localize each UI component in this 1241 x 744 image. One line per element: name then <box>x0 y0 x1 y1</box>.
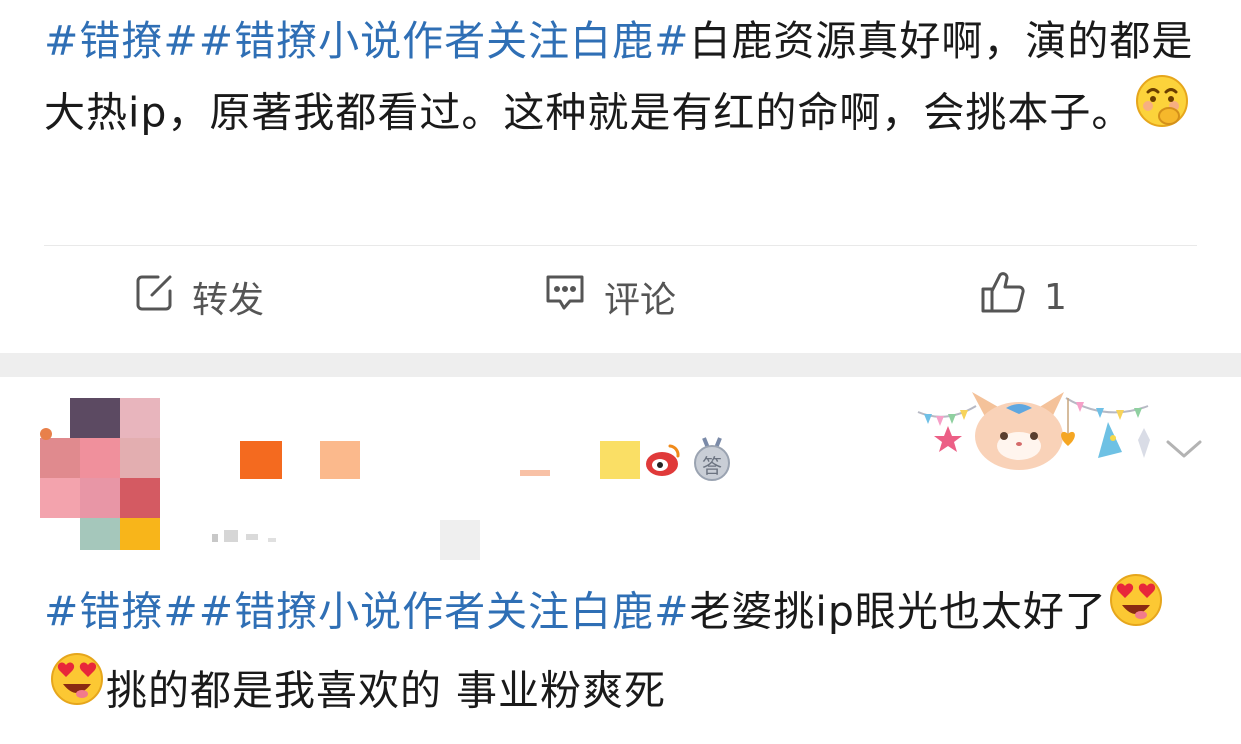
username[interactable] <box>238 438 658 482</box>
divider <box>44 245 1197 246</box>
chevron-down-icon[interactable] <box>1164 436 1204 466</box>
comment-icon <box>544 273 586 322</box>
heart-eyes-face-emoji-icon <box>1107 571 1165 650</box>
topic-tag-link[interactable]: #错撩# <box>44 588 199 636</box>
topic-tag-link[interactable]: #错撩# <box>44 17 199 65</box>
post-separator <box>0 353 1241 377</box>
comment-label: 评论 <box>604 280 677 321</box>
post-text: #错撩##错撩小说作者关注白鹿#老婆挑ip眼光也太好了 挑的都是我喜欢的 事业粉… <box>44 574 1201 733</box>
weibo-logo-icon <box>642 440 682 484</box>
thumbs-up-icon <box>980 271 1026 324</box>
post-text: #错撩##错撩小说作者关注白鹿#白鹿资源真好啊，演的都是大热ip，原著我都看过。… <box>44 6 1201 155</box>
topic-tag-link[interactable]: #错撩小说作者关注白鹿# <box>199 17 690 65</box>
comment-button[interactable]: 评论 <box>544 272 676 322</box>
repost-button[interactable]: 转发 <box>134 272 264 322</box>
avatar[interactable] <box>40 398 162 550</box>
post-meta <box>210 520 490 560</box>
repost-label: 转发 <box>192 280 265 321</box>
post-body-text: 挑的都是我喜欢的 事业粉爽死 <box>106 666 667 715</box>
post-body-text: 老婆挑ip眼光也太好了 <box>689 587 1107 636</box>
like-button[interactable]: 1 <box>980 271 1067 324</box>
decorative-card-banner-icon <box>916 378 1156 478</box>
topic-tag-link[interactable]: #错撩小说作者关注白鹿# <box>199 588 690 636</box>
like-count: 1 <box>1044 276 1067 318</box>
share-icon <box>134 273 174 322</box>
medal-badge-label: 答 <box>702 454 722 478</box>
medal-badge-icon: 答 <box>692 436 732 482</box>
thinking-face-emoji-icon <box>1133 72 1191 151</box>
heart-eyes-face-emoji-icon <box>48 650 106 729</box>
